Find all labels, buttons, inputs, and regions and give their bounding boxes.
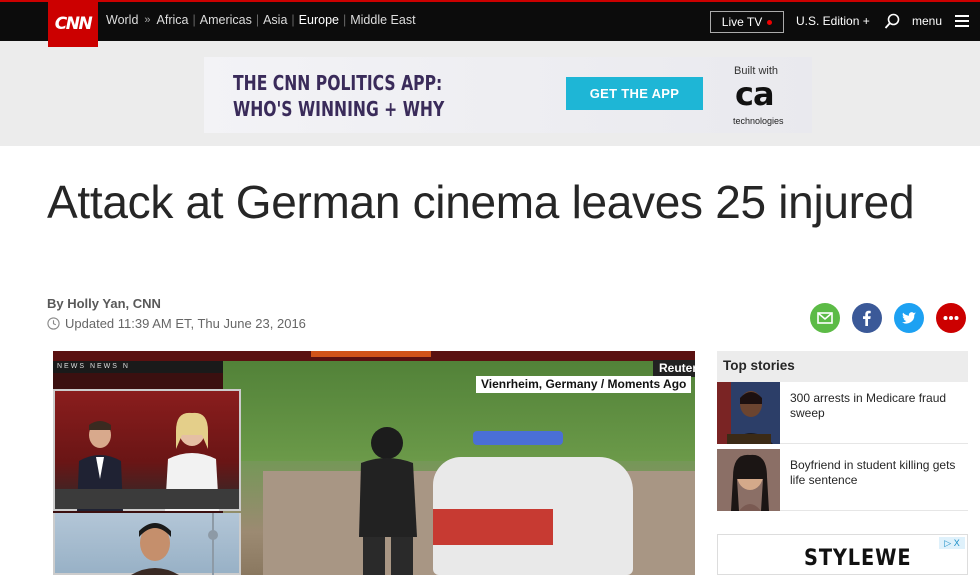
twitter-icon xyxy=(902,312,916,324)
article-headline: Attack at German cinema leaves 25 injure… xyxy=(47,176,915,228)
article-timestamp: Updated 11:39 AM ET, Thu June 23, 2016 xyxy=(47,316,306,331)
reuters-source-badge: Reuters xyxy=(653,360,695,377)
twitter-share-button[interactable] xyxy=(894,303,924,333)
get-the-app-button[interactable]: GET THE APP xyxy=(566,77,703,110)
story-thumbnail-image xyxy=(717,382,780,444)
police-car-stripe xyxy=(433,509,553,545)
video-player[interactable]: NEWS NEWS N Reuter Vienrheim, Germany / … xyxy=(53,351,695,575)
stylewe-ad[interactable]: STYLEWE ▷ X xyxy=(717,534,968,575)
ad-band: THE CNN POLITICS APP: WHO'S WINNING + WH… xyxy=(0,41,980,146)
live-tv-label: Live TV xyxy=(721,15,763,29)
ca-logo: ca xyxy=(735,75,775,113)
email-icon xyxy=(817,312,833,324)
officer-figure xyxy=(359,427,417,575)
updated-text: Updated 11:39 AM ET, Thu June 23, 2016 xyxy=(65,316,306,331)
ad-choices-icon[interactable]: ▷ X xyxy=(939,537,965,549)
reporter-figure xyxy=(131,523,179,575)
edition-selector[interactable]: U.S. Edition + xyxy=(796,14,870,28)
nav-breadcrumb-separator: » xyxy=(144,14,151,26)
facebook-share-button[interactable] xyxy=(852,303,882,333)
story-thumbnail-image xyxy=(717,449,780,511)
story-thumbnail[interactable] xyxy=(717,449,780,511)
top-stories-heading: Top stories xyxy=(717,351,968,382)
location-caption: Vienrheim, Germany / Moments Ago xyxy=(476,376,692,393)
nav-divider: | xyxy=(342,13,347,27)
reporter-inset xyxy=(53,513,241,575)
news-ticker: NEWS NEWS N xyxy=(53,361,223,373)
nav-link-africa[interactable]: Africa xyxy=(157,13,189,27)
nav-link-world[interactable]: World xyxy=(106,13,138,27)
top-story-item[interactable]: Boyfriend in student killing gets life s… xyxy=(717,449,968,511)
story-thumbnail[interactable] xyxy=(717,382,780,444)
top-navigation-bar: World » Africa | Americas | Asia | Europ… xyxy=(0,0,980,41)
scene-footage xyxy=(223,361,695,575)
search-icon[interactable] xyxy=(884,13,900,30)
section-nav: World » Africa | Americas | Asia | Europ… xyxy=(106,13,416,27)
nav-link-asia[interactable]: Asia xyxy=(263,13,287,27)
hamburger-icon[interactable] xyxy=(955,15,969,27)
nav-link-middle-east[interactable]: Middle East xyxy=(350,13,415,27)
story-title[interactable]: 300 arrests in Medicare fraud sweep xyxy=(790,391,965,421)
nav-link-europe[interactable]: Europe xyxy=(299,13,339,27)
nav-divider: | xyxy=(192,13,196,27)
studio-desk xyxy=(55,489,239,509)
top-story-item[interactable]: 300 arrests in Medicare fraud sweep xyxy=(717,382,968,444)
email-share-button[interactable] xyxy=(810,303,840,333)
video-top-strip xyxy=(53,351,695,361)
ca-logo-subtitle: technologies xyxy=(733,116,784,126)
tv-tower-figure xyxy=(208,513,218,575)
politics-app-ad[interactable]: THE CNN POLITICS APP: WHO'S WINNING + WH… xyxy=(204,57,812,133)
menu-button[interactable]: menu xyxy=(912,14,942,28)
nav-divider: | xyxy=(291,13,295,27)
story-title[interactable]: Boyfriend in student killing gets life s… xyxy=(790,458,965,488)
cnn-logo[interactable]: CNN xyxy=(48,0,98,47)
nav-divider: | xyxy=(255,13,260,27)
nav-link-americas[interactable]: Americas xyxy=(200,13,252,27)
studio-anchors-inset xyxy=(53,389,241,511)
police-light-bar xyxy=(473,431,563,445)
stylewe-logo-text: STYLEWE xyxy=(804,546,912,571)
logo-text: CNN xyxy=(54,13,93,34)
ad-headline: THE CNN POLITICS APP: WHO'S WINNING + WH… xyxy=(233,70,444,122)
clock-icon xyxy=(47,317,60,330)
article-byline[interactable]: By Holly Yan, CNN xyxy=(47,296,161,311)
live-tv-button[interactable]: Live TV xyxy=(710,11,784,33)
more-icon xyxy=(943,316,959,320)
ad-headline-line1: THE CNN POLITICS APP: xyxy=(233,71,443,95)
facebook-icon xyxy=(863,310,871,326)
ad-headline-line2: WHO'S WINNING + WHY xyxy=(233,97,445,121)
more-share-button[interactable] xyxy=(936,303,966,333)
live-indicator-icon xyxy=(767,19,773,25)
